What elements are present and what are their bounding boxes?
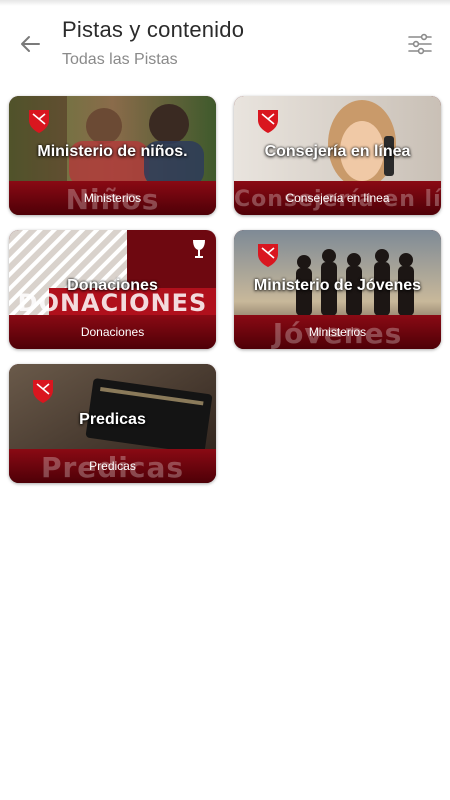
app-header: Pistas y contenido Todas las Pistas	[0, 0, 450, 86]
track-card-ninos[interactable]: Niños Ministerio de niños. Ministerios	[9, 96, 216, 215]
track-card-donaciones[interactable]: DONACIONES Donaciones Donaciones	[9, 230, 216, 349]
card-category: Ministerios	[308, 325, 367, 339]
card-title: Ministerio de niños.	[37, 143, 188, 160]
arrow-left-icon	[21, 36, 40, 52]
back-button[interactable]	[14, 30, 46, 58]
card-category: Predicas	[89, 459, 136, 473]
card-title: Ministerio de Jóvenes	[253, 277, 422, 294]
page-subtitle: Todas las Pistas	[62, 51, 178, 68]
track-card-consejeria[interactable]: Consejería en línea Consejería en línea …	[234, 96, 441, 215]
page-title: Pistas y contenido	[62, 17, 245, 42]
card-category: Donaciones	[80, 325, 145, 339]
card-title: Donaciones	[67, 277, 158, 294]
church-logo-icon	[258, 110, 278, 133]
card-category: Ministerios	[83, 191, 142, 205]
card-title: Predicas	[79, 411, 146, 428]
chalice-icon	[193, 240, 205, 258]
card-category: Consejería en línea	[285, 191, 390, 205]
track-card-jovenes[interactable]: Jóvenes Ministerio de Jóvenes Ministerio…	[234, 230, 441, 349]
track-card-predicas[interactable]: Predicas Predicas Predicas	[9, 364, 216, 483]
filter-button[interactable]	[404, 30, 436, 58]
church-logo-icon	[258, 244, 278, 267]
sliders-icon	[408, 33, 432, 55]
church-logo-icon	[29, 110, 49, 133]
card-title: Consejería en línea	[264, 143, 411, 160]
church-logo-icon	[33, 380, 53, 403]
